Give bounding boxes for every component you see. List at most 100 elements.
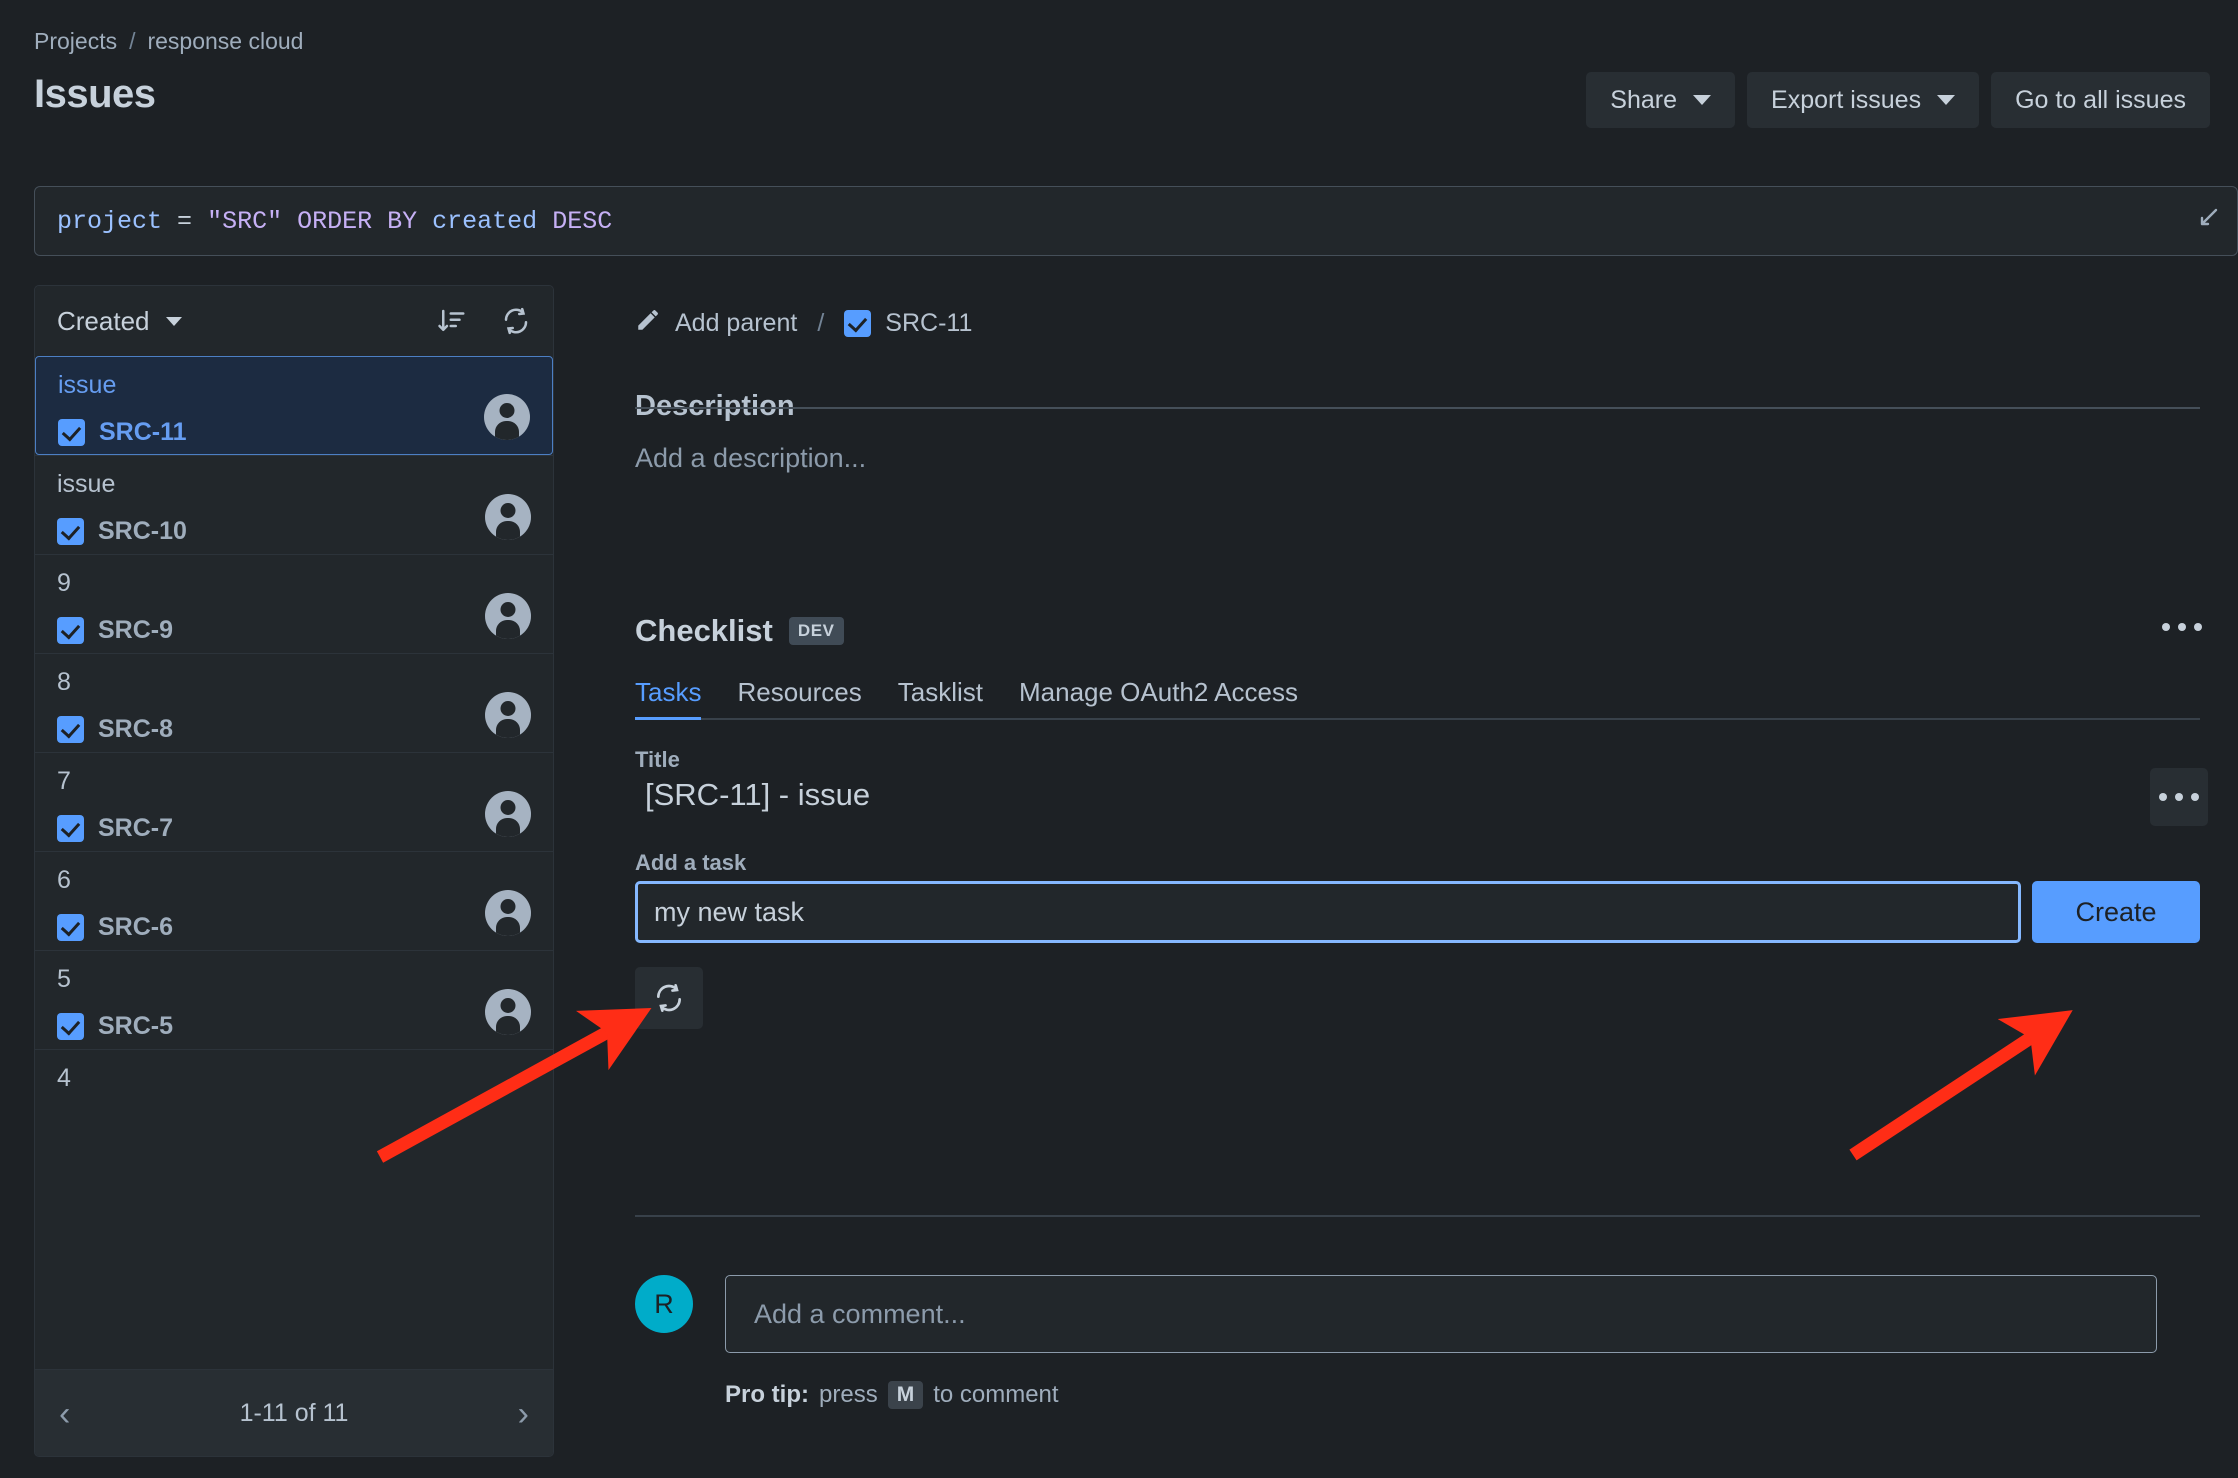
- list-item[interactable]: 7 SRC-7: [35, 752, 553, 851]
- go-to-all-issues-button[interactable]: Go to all issues: [1991, 72, 2210, 128]
- avatar[interactable]: [485, 890, 531, 936]
- checklist-heading: Checklist: [635, 613, 773, 648]
- list-item-summary: 6: [57, 866, 71, 894]
- list-item[interactable]: 6 SRC-6: [35, 851, 553, 950]
- list-item-summary: 7: [57, 767, 71, 795]
- go-all-label: Go to all issues: [2015, 85, 2186, 114]
- jql-order-field: created: [432, 206, 538, 236]
- pagination-prev-button[interactable]: ‹: [59, 1397, 70, 1431]
- avatar[interactable]: [485, 692, 531, 738]
- breadcrumb-project[interactable]: response cloud: [147, 28, 303, 55]
- issue-key-link[interactable]: SRC-11: [885, 309, 972, 338]
- list-item-key-row: SRC-11: [58, 418, 530, 447]
- dot: [2175, 793, 2183, 801]
- jql-value: "SRC": [207, 206, 283, 236]
- parent-separator: /: [817, 308, 825, 337]
- avatar[interactable]: [484, 394, 530, 440]
- list-item-key: SRC-11: [99, 418, 187, 446]
- list-item-summary: 8: [57, 668, 71, 696]
- refresh-icon[interactable]: [501, 306, 531, 336]
- add-task-input[interactable]: [635, 881, 2021, 943]
- task-type-icon: [57, 716, 84, 743]
- issue-list-panel: Created issue SRC-11 issue SRC-10 9 SRC-9 8 SRC…: [34, 285, 554, 1457]
- issue-detail-panel: Add parent / SRC-11 Description Add a de…: [600, 285, 2238, 1478]
- list-item-key: SRC-6: [98, 913, 174, 941]
- list-item-key-row: SRC-8: [57, 715, 531, 744]
- protip-prefix: Pro tip:: [725, 1381, 809, 1408]
- avatar[interactable]: [485, 494, 531, 540]
- task-type-icon: [58, 419, 85, 446]
- add-task-label: Add a task: [635, 850, 747, 875]
- share-button[interactable]: Share: [1586, 72, 1736, 128]
- parent-breadcrumb-row: Add parent / SRC-11: [600, 285, 2238, 339]
- add-parent-button[interactable]: Add parent: [675, 309, 797, 338]
- breadcrumb-projects[interactable]: Projects: [34, 28, 117, 55]
- list-item-summary: issue: [57, 470, 116, 498]
- description-placeholder[interactable]: Add a description...: [635, 443, 866, 474]
- resize-handle-icon[interactable]: [2197, 207, 2219, 235]
- avatar[interactable]: [485, 593, 531, 639]
- pagination-label: 1-11 of 11: [239, 1399, 349, 1427]
- list-item-key-row: SRC-10: [57, 517, 531, 546]
- share-label: Share: [1610, 85, 1678, 114]
- list-item[interactable]: 5 SRC-5: [35, 950, 553, 1049]
- tab-tasklist[interactable]: Tasklist: [898, 677, 983, 708]
- pencil-icon: [635, 307, 661, 339]
- tab-resources[interactable]: Resources: [737, 677, 861, 708]
- export-issues-button[interactable]: Export issues: [1747, 72, 1980, 128]
- chevron-down-icon[interactable]: [165, 316, 182, 326]
- list-item[interactable]: 9 SRC-9: [35, 554, 553, 653]
- protip-suffix: to comment: [933, 1381, 1059, 1408]
- protip-press: press: [819, 1381, 878, 1408]
- list-item-summary: 4: [57, 1064, 71, 1092]
- list-item-summary: issue: [58, 371, 117, 399]
- title-field-label: Title: [635, 747, 680, 772]
- avatar[interactable]: R: [635, 1275, 693, 1333]
- more-horizontal-icon[interactable]: [2154, 615, 2210, 639]
- pro-tip: Pro tip: press M to comment: [725, 1381, 1059, 1409]
- avatar[interactable]: [485, 989, 531, 1035]
- sort-field-label[interactable]: Created: [57, 306, 150, 337]
- tab-manage-oauth2-access[interactable]: Manage OAuth2 Access: [1019, 677, 1298, 708]
- list-item[interactable]: 4: [35, 1049, 553, 1148]
- issue-list-pagination: ‹ 1-11 of 11 ›: [35, 1369, 553, 1456]
- dot: [2178, 623, 2186, 631]
- pagination-next-button[interactable]: ›: [518, 1397, 529, 1431]
- list-item-key: SRC-7: [98, 814, 174, 842]
- list-item[interactable]: issue SRC-11: [35, 356, 553, 455]
- jql-order-dir: DESC: [552, 206, 613, 236]
- task-type-icon: [57, 914, 84, 941]
- list-item-key: SRC-9: [98, 616, 174, 644]
- dev-badge: DEV: [788, 617, 844, 645]
- breadcrumb-separator: /: [129, 28, 136, 54]
- comment-input[interactable]: [725, 1275, 2157, 1353]
- jql-query-bar[interactable]: project = "SRC" ORDER BY created DESC: [34, 186, 2238, 256]
- avatar[interactable]: [485, 791, 531, 837]
- page-title: Issues: [34, 72, 156, 116]
- issue-list: issue SRC-11 issue SRC-10 9 SRC-9 8 SRC-8 7 SRC-7…: [35, 356, 553, 1369]
- list-item-summary: 9: [57, 569, 71, 597]
- top-actions: Share Export issues Go to all issues: [1586, 72, 2210, 128]
- create-task-button[interactable]: Create: [2032, 881, 2200, 943]
- task-type-icon: [57, 518, 84, 545]
- title-field-value[interactable]: [SRC-11] - issue: [645, 777, 870, 813]
- list-item-key-row: SRC-6: [57, 913, 531, 942]
- refresh-tasks-button[interactable]: [635, 967, 703, 1029]
- app-root: Projects / response cloud Issues Share E…: [0, 0, 2238, 1478]
- list-item-key: SRC-8: [98, 715, 174, 743]
- task-type-icon: [844, 309, 872, 337]
- sort-descending-icon[interactable]: [437, 306, 467, 336]
- list-item[interactable]: issue SRC-10: [35, 455, 553, 554]
- task-type-icon: [57, 815, 84, 842]
- title-more-options-button[interactable]: [2150, 768, 2208, 826]
- dot: [2159, 793, 2167, 801]
- list-item-key: SRC-5: [98, 1012, 174, 1040]
- dot: [2194, 623, 2202, 631]
- list-item[interactable]: 8 SRC-8: [35, 653, 553, 752]
- tab-tasks[interactable]: Tasks: [635, 677, 702, 720]
- issue-list-header: Created: [35, 286, 553, 356]
- task-type-icon: [57, 617, 84, 644]
- protip-key: M: [887, 1381, 924, 1409]
- chevron-down-icon: [1693, 95, 1712, 105]
- dot: [2162, 623, 2170, 631]
